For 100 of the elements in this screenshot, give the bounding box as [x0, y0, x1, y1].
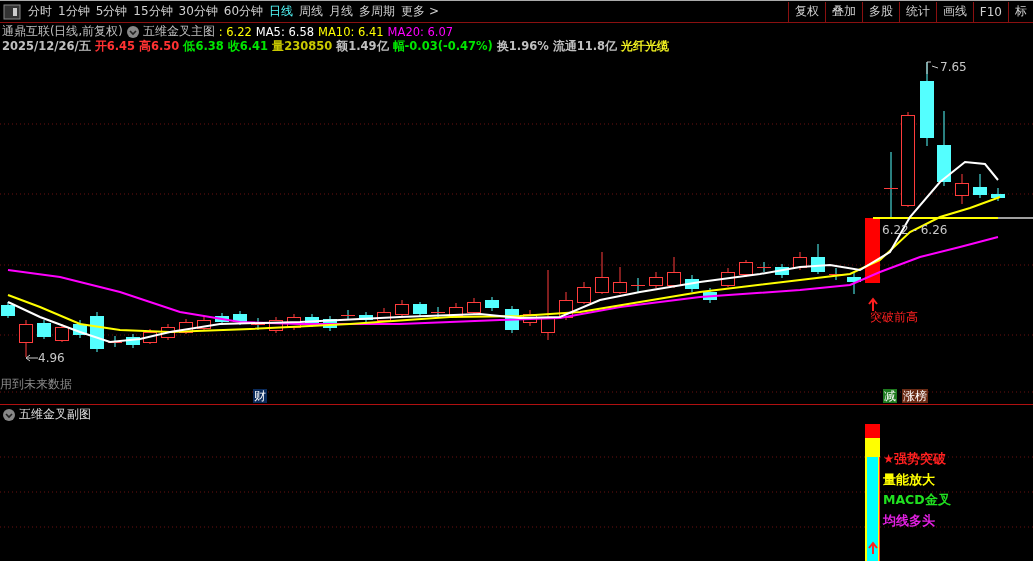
candlestick [19, 319, 33, 358]
candlestick [341, 309, 355, 321]
quote-field: 量230850 [272, 39, 333, 54]
candlestick [793, 251, 807, 271]
candlestick [197, 315, 211, 332]
candlestick [37, 319, 51, 340]
tool-button[interactable]: 复权 [787, 1, 825, 22]
period-tab[interactable]: 更多 > [398, 1, 442, 22]
candlestick [739, 259, 753, 278]
quote-field: 2025/12/26/五 [2, 39, 91, 54]
low-price-label: 4.96 [38, 351, 65, 365]
tool-button[interactable]: 叠加 [824, 1, 862, 22]
tool-button[interactable]: 多股 [861, 1, 899, 22]
candlestick [467, 297, 481, 316]
indicator-value: MA5: 6.58 [255, 24, 315, 39]
period-tab[interactable]: 60分钟 [220, 1, 267, 22]
quote-field: 开6.45 [94, 39, 135, 54]
indicator-value: MA10: 6.41 [318, 24, 384, 39]
quote-field: 幅-0.03(-0.47%) [392, 39, 493, 54]
candlestick [991, 187, 1005, 202]
candlestick [757, 261, 771, 273]
signal-label: 均线多头 [883, 513, 935, 530]
period-tab[interactable]: 周线 [296, 1, 327, 22]
quote-field: 额1.49亿 [336, 39, 389, 54]
signal-label: 量能放大 [883, 472, 935, 489]
signal-label: ★强势突破 [883, 451, 947, 468]
period-tab[interactable]: 30分钟 [175, 1, 221, 22]
candlestick [431, 306, 445, 318]
candlestick [775, 263, 789, 279]
candlestick [649, 271, 663, 289]
quote-field: 换1.96% [496, 39, 549, 54]
period-tab[interactable]: 1分钟 [55, 1, 93, 22]
event-badge[interactable]: 减 [883, 389, 897, 403]
panel-toggle-icon[interactable] [3, 3, 21, 20]
candlestick [179, 318, 193, 335]
candlestick [613, 266, 627, 295]
tool-button[interactable]: F10 [972, 1, 1008, 22]
leader-line [926, 61, 939, 75]
quote-field: 低6.38 [183, 39, 224, 54]
stock-title: 通鼎互联(日线,前复权) [2, 24, 123, 39]
candlestick [287, 313, 301, 331]
candlestick [126, 333, 140, 349]
candlestick [559, 291, 573, 321]
up-arrow-icon [868, 541, 878, 555]
period-tab[interactable]: 月线 [326, 1, 357, 22]
high-price-label: 7.65 [940, 60, 967, 74]
candlestick [395, 299, 409, 317]
candlestick [523, 309, 537, 327]
leader-line [25, 354, 39, 362]
candlestick [215, 312, 229, 326]
candlestick [847, 272, 861, 295]
candlestick [485, 296, 499, 312]
signal-label: MACD金叉 [883, 492, 951, 509]
candlestick [577, 281, 591, 305]
tool-button[interactable]: 标 [1008, 1, 1033, 22]
dropdown-icon[interactable] [126, 25, 139, 38]
candlestick [251, 317, 265, 331]
sub-chart-title: 五维金叉副图 [19, 406, 91, 423]
period-tab[interactable]: 15分钟 [130, 1, 176, 22]
candlestick [413, 301, 427, 318]
tool-button[interactable]: 统计 [898, 1, 936, 22]
indicator-value: : 6.22 [218, 24, 252, 39]
period-tab[interactable]: 多周期 [356, 1, 399, 22]
candlestick [73, 319, 87, 339]
candlestick [1, 301, 15, 319]
candlestick [703, 287, 717, 304]
candlestick [143, 328, 157, 345]
breakout-bar [865, 218, 880, 283]
candlestick [323, 315, 337, 332]
candlestick [161, 323, 175, 341]
candlestick [955, 173, 969, 205]
candlestick [55, 323, 69, 343]
candlestick [884, 151, 898, 218]
candlestick [685, 274, 699, 293]
candlestick [631, 277, 645, 293]
period-tab[interactable]: 5分钟 [92, 1, 131, 22]
indicator-value: MA20: 6.07 [387, 24, 454, 39]
candlestick [359, 311, 373, 324]
period-tab[interactable]: 分时 [25, 1, 55, 22]
candlestick [973, 173, 987, 199]
candlestick [269, 316, 283, 334]
quote-field: 流通11.8亿 [552, 39, 618, 54]
tool-button[interactable]: 画线 [935, 1, 973, 22]
candlestick [377, 307, 391, 323]
indicator-name: 五维金叉主图 [142, 24, 215, 39]
quote-field: 收6.41 [227, 39, 269, 54]
quote-field: 光纤光缆 [621, 39, 670, 54]
signal-label: 突破前高 [870, 309, 918, 326]
candlestick [667, 256, 681, 289]
candlestick [541, 269, 555, 341]
candlestick [233, 310, 247, 326]
event-badge[interactable]: 涨榜 [902, 389, 928, 403]
event-badge[interactable]: 财 [253, 389, 267, 403]
dropdown-icon[interactable] [3, 408, 15, 421]
period-tab[interactable]: 日线 [266, 1, 297, 22]
warning-text: 用到未来数据 [0, 376, 72, 393]
candlestick [811, 243, 825, 275]
candlestick [721, 267, 735, 288]
candlestick [595, 251, 609, 295]
quote-field: 高6.50 [139, 39, 180, 54]
